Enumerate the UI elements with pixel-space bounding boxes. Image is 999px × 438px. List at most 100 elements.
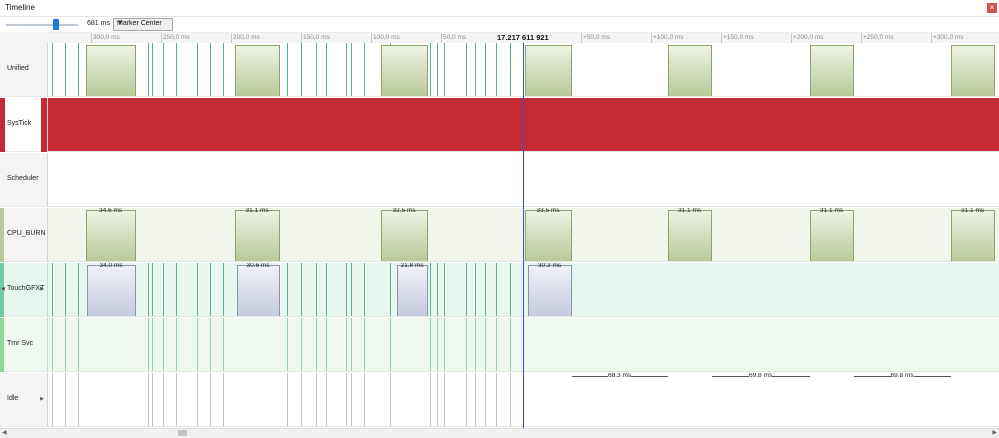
zoom-slider-track[interactable] [6,24,78,26]
activity-stripe [364,318,365,371]
activity-stripe [287,263,288,316]
task-block[interactable] [668,45,712,96]
activity-stripe [485,43,486,96]
task-block[interactable] [525,45,572,96]
cpu-burn-block[interactable] [86,210,136,261]
ruler-tick [231,33,232,43]
cpu-burn-block[interactable] [951,210,995,261]
activity-stripe [163,263,164,316]
activity-stripe [78,43,79,96]
duration-label: 30.6 ms [246,263,270,269]
activity-stripe [346,318,347,371]
activity-stripe [351,263,352,316]
activity-stripe [78,263,79,316]
idle-stripe [163,373,164,426]
activity-stripe [475,43,476,96]
zoom-slider-thumb[interactable] [53,19,59,30]
activity-stripe [52,318,53,371]
scrollbar-thumb[interactable] [178,430,187,436]
collapse-arrow-icon[interactable]: ◀ [1,286,5,292]
activity-stripe [510,263,511,316]
idle-stripe [326,373,327,426]
touchgfx-block[interactable] [528,265,572,316]
duration-label: 34.6 ms [99,208,123,214]
ruler-tick-label: 100,0 ms [373,34,400,41]
idle-stripe [430,373,431,426]
ruler-tick-label: +250,0 ms [863,34,894,41]
task-block[interactable] [381,45,428,96]
lane-name: CPU_BURN [7,230,46,237]
cpu-burn-block[interactable] [810,210,854,261]
cpu-burn-block[interactable] [235,210,280,261]
idle-stripe [485,373,486,426]
close-button[interactable]: × [987,3,997,13]
activity-stripe [466,263,467,316]
ruler-tick [441,33,442,43]
activity-stripe [197,263,198,316]
duration-label: 34.0 ms [99,263,123,269]
touchgfx-block[interactable] [237,265,280,316]
expand-arrow-icon[interactable]: ▶ [40,286,44,292]
duration-label: 21.8 ms [400,263,424,269]
toolbar: 681 ms Marker Center ▼ [0,17,999,32]
duration-label: 31.1 ms [678,208,702,214]
window-title: Timeline [5,3,35,12]
lane-label-tmr-svc[interactable]: Tmr Svc [0,318,48,372]
cpu-burn-block[interactable] [668,210,712,261]
lane-name: Tmr Svc [7,340,34,347]
scroll-left-icon[interactable]: ◀ [2,429,7,436]
activity-stripe [148,263,149,316]
ruler-tick [791,33,792,43]
lane-label-touchgfxt[interactable]: TouchGFXT ▶ ◀ [0,263,48,317]
time-cursor[interactable] [523,43,524,428]
activity-stripe [496,263,497,316]
scroll-right-icon[interactable]: ▶ [992,429,997,436]
cursor-time-label: 17.217 611 921 [497,33,549,42]
cpu-burn-block[interactable] [525,210,572,261]
activity-stripe [485,318,486,371]
lane-color-bar [0,208,4,262]
activity-stripe [210,263,211,316]
ruler-tick [931,33,932,43]
activity-stripe [444,318,445,371]
activity-stripe [351,318,352,371]
lane-label-cpu-burn[interactable]: CPU_BURN [0,208,48,262]
expand-arrow-icon[interactable]: ▶ [40,396,44,402]
activity-stripe [444,43,445,96]
activity-stripe [485,263,486,316]
activity-stripe [65,263,66,316]
activity-stripe [197,43,198,96]
lane-label-systick[interactable]: SysTick [0,98,48,152]
task-block[interactable] [235,45,280,96]
activity-stripe [152,43,153,96]
idle-stripe [65,373,66,426]
activity-stripe [301,43,302,96]
activity-stripe [210,318,211,371]
activity-stripe [316,43,317,96]
systick-color-bar-right [41,98,47,152]
idle-stripe [148,373,149,426]
activity-stripe [437,263,438,316]
task-block[interactable] [951,45,995,96]
ruler-tick [861,33,862,43]
marker-mode-select[interactable]: Marker Center ▼ [113,18,173,31]
idle-stripe [444,373,445,426]
duration-label: 69.8 ms [890,373,914,379]
activity-stripe [223,263,224,316]
lane-label-idle[interactable]: Idle ▶ [0,373,48,427]
task-block[interactable] [810,45,854,96]
duration-label: 33.5 ms [536,208,560,214]
activity-stripe [78,318,79,371]
ruler-tick-label: 250,0 ms [163,34,190,41]
touchgfx-block[interactable] [87,265,136,316]
touchgfx-block[interactable] [397,265,428,316]
activity-stripe [152,318,153,371]
activity-stripe [346,43,347,96]
ruler-tick-label: +200,0 ms [793,34,824,41]
lane-label-unified[interactable]: Unified [0,43,48,97]
ruler-tick [371,33,372,43]
cpu-burn-block[interactable] [381,210,428,261]
lane-label-scheduler[interactable]: Scheduler [0,153,48,207]
idle-stripe [475,373,476,426]
task-block[interactable] [86,45,136,96]
